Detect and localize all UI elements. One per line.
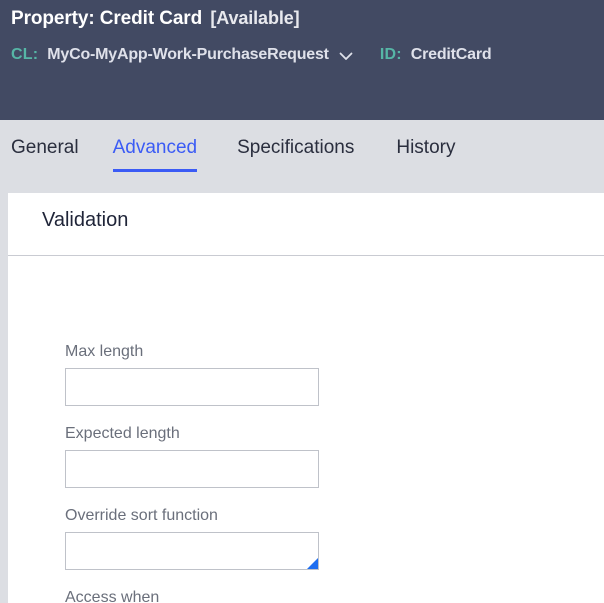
max-length-input[interactable] <box>65 368 319 406</box>
page-title-name: Credit Card <box>99 8 203 29</box>
tab-history-label: History <box>396 137 456 158</box>
field-max-length-label: Max length <box>65 343 144 360</box>
header-metadata: CL: MyCo-MyApp-Work-PurchaseRequest ID: … <box>11 42 492 68</box>
tab-specifications-label: Specifications <box>237 137 355 158</box>
tab-history[interactable]: History <box>396 120 455 186</box>
id-value: CreditCard <box>410 46 492 63</box>
page-title: Property: Credit Card [Available] <box>11 8 300 30</box>
class-value: MyCo-MyApp-Work-PurchaseRequest <box>47 46 329 63</box>
panel-header: Validation <box>8 193 604 256</box>
tab-advanced[interactable]: Advanced <box>112 120 198 186</box>
override-sort-function-input[interactable] <box>65 532 319 570</box>
field-override-sort-function: Override sort function <box>65 508 319 570</box>
class-label: CL: <box>11 46 39 63</box>
tab-bar: General Advanced Specifications History <box>0 120 604 186</box>
property-header: Property: Credit Card [Available] CL: My… <box>0 0 604 120</box>
panel-body: Max length Expected length Override sort… <box>8 256 604 603</box>
field-expected-length-label: Expected length <box>65 425 180 442</box>
id-label: ID: <box>379 46 402 63</box>
status-badge: [Available] <box>210 8 300 28</box>
validation-panel: Validation Max length Expected length Ov… <box>8 193 604 603</box>
field-override-sort-function-label: Override sort function <box>65 507 218 524</box>
field-access-when-label: Access when <box>65 589 160 603</box>
id-group: ID: CreditCard <box>380 46 492 64</box>
field-expected-length: Expected length <box>65 426 319 488</box>
tab-general[interactable]: General <box>11 120 79 186</box>
chevron-down-icon[interactable] <box>338 48 354 64</box>
expected-length-input[interactable] <box>65 450 319 488</box>
field-access-when: Access when hasManagerRole <box>65 590 319 603</box>
tab-general-label: General <box>11 137 79 158</box>
panel-title: Validation <box>42 209 129 231</box>
tab-advanced-label: Advanced <box>112 137 198 158</box>
field-max-length: Max length <box>65 344 319 406</box>
page-title-prefix: Property: <box>11 8 95 29</box>
tab-specifications[interactable]: Specifications <box>237 120 354 186</box>
expression-corner-icon[interactable] <box>307 558 318 569</box>
